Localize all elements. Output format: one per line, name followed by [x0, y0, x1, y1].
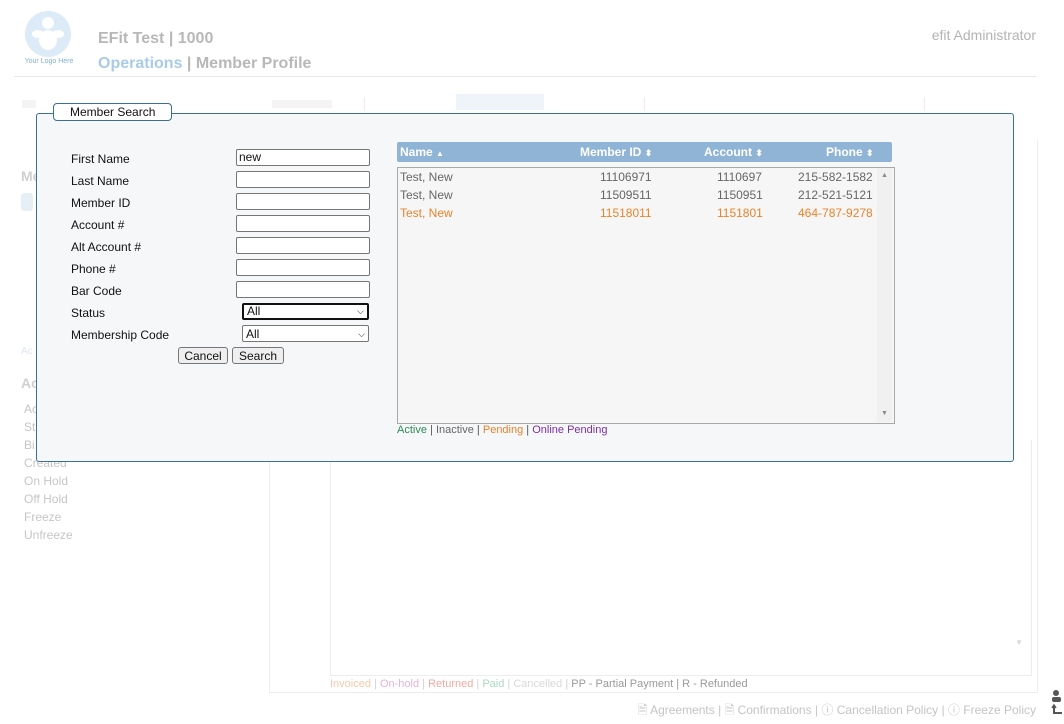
status-label: Status — [71, 306, 106, 320]
legend-on-hold: On-hold — [379, 678, 420, 690]
legend-active: Active — [397, 424, 427, 436]
legend-paid: Paid — [482, 678, 505, 690]
footer-links: 🗎 Agreements | 🗎 Confirmations | ⓘ Cance… — [637, 703, 1036, 717]
status-select-value: All — [247, 304, 261, 318]
first-name-input[interactable]: new — [236, 149, 370, 166]
search-button[interactable]: Search — [232, 347, 284, 364]
user-name[interactable]: efit Administrator — [932, 27, 1036, 43]
result-member-id: 11106971 — [600, 170, 652, 184]
freeze-policy-link[interactable]: Freeze Policy — [963, 703, 1036, 717]
member-id-label: Member ID — [71, 196, 131, 210]
result-account: 1110697 — [717, 170, 762, 184]
side-item: Bi — [24, 438, 35, 452]
results-scrollbar[interactable]: ▲ ▼ — [877, 168, 892, 422]
result-phone: 464-787-9278 — [798, 206, 873, 220]
membership-code-select[interactable]: All ⌵ — [242, 325, 369, 342]
column-name[interactable]: Name ▲ — [400, 145, 444, 159]
phone-input[interactable] — [236, 259, 370, 276]
result-account: 1151801 — [717, 206, 763, 220]
column-name-label: Name — [400, 145, 433, 159]
status-legend: Active | Inactive | Pending | Online Pen… — [397, 424, 608, 436]
legend-cancelled: Cancelled — [513, 678, 563, 690]
result-member-id: 11509511 — [600, 188, 652, 202]
side-item-freeze[interactable]: Freeze — [24, 510, 61, 524]
billing-legend: Invoiced | On-hold | Returned | Paid | C… — [330, 678, 748, 690]
document-icon: 🗎 — [724, 703, 735, 717]
result-phone: 212-521-5121 — [798, 188, 873, 202]
page-title: Member Profile — [195, 55, 312, 72]
status-select[interactable]: All ⌵ — [242, 303, 369, 320]
legend-inactive: Inactive — [435, 424, 474, 436]
last-name-input[interactable] — [236, 171, 370, 188]
dialog-title: Member Search — [53, 103, 173, 121]
column-phone-label: Phone — [826, 145, 863, 159]
column-member-id-label: Member ID — [580, 145, 642, 159]
legend-returned: Returned — [428, 678, 474, 690]
side-item-unfreeze[interactable]: Unfreeze — [24, 528, 73, 542]
sort-ascending-icon: ▲ — [436, 149, 444, 158]
background-account-small: Ac — [21, 346, 33, 357]
breadcrumb: Operations | Member Profile — [98, 55, 311, 73]
sort-icon: ⬍ — [866, 148, 874, 158]
account-label: Account # — [71, 218, 125, 232]
cancellation-policy-link[interactable]: Cancellation Policy — [837, 703, 938, 717]
document-icon: 🗎 — [637, 703, 648, 717]
result-row[interactable]: Test, New 11106971 1110697 215-582-1582 — [400, 170, 874, 187]
logo-caption: Your Logo Here — [24, 58, 74, 65]
bar-code-input[interactable] — [236, 281, 370, 298]
column-account[interactable]: Account ⬍ — [704, 145, 763, 159]
membership-code-label: Membership Code — [71, 328, 170, 342]
result-account: 1150951 — [717, 188, 763, 202]
side-item-on-hold[interactable]: On Hold — [24, 474, 68, 488]
info-icon: ⓘ — [821, 703, 834, 717]
scroll-up-icon[interactable]: ▲ — [881, 172, 888, 179]
result-name: Test, New — [400, 170, 453, 184]
bar-code-label: Bar Code — [71, 284, 122, 298]
alt-account-input[interactable] — [236, 237, 370, 254]
cancel-button[interactable]: Cancel — [178, 347, 228, 364]
column-phone[interactable]: Phone ⬍ — [826, 145, 874, 159]
result-name: Test, New — [400, 188, 453, 202]
member-id-input[interactable] — [236, 193, 370, 210]
info-icon: ⓘ — [947, 703, 960, 717]
corner-tool-icons[interactable] — [1051, 688, 1064, 718]
result-phone: 215-582-1582 — [798, 170, 873, 184]
legend-refunded: R - Refunded — [682, 678, 748, 690]
breadcrumb-operations[interactable]: Operations — [98, 55, 182, 72]
legend-invoiced: Invoiced — [330, 678, 371, 690]
results-header: Name ▲ Member ID ⬍ Account ⬍ Phone ⬍ — [397, 142, 892, 162]
agreements-link[interactable]: Agreements — [650, 703, 715, 717]
sort-icon: ⬍ — [644, 148, 653, 158]
column-account-label: Account — [704, 145, 752, 159]
result-row[interactable]: Test, New 11518011 1151801 464-787-9278 — [400, 206, 874, 223]
background-badge — [21, 193, 33, 211]
side-item-off-hold[interactable]: Off Hold — [24, 492, 68, 506]
chevron-down-icon: ⌵ — [357, 306, 364, 316]
alt-account-label: Alt Account # — [71, 240, 142, 254]
breadcrumb-separator: | — [182, 55, 196, 72]
last-name-label: Last Name — [71, 174, 130, 188]
first-name-label: First Name — [71, 152, 130, 166]
result-name: Test, New — [400, 206, 453, 220]
company-title: EFit Test | 1000 — [98, 30, 214, 47]
account-input[interactable] — [236, 215, 370, 232]
billing-history-panel: ▼ — [330, 440, 1032, 676]
header-divider — [14, 76, 1036, 77]
legend-partial-payment: PP - Partial Payment — [571, 678, 674, 690]
legend-online-pending: Online Pending — [532, 424, 608, 436]
side-item: St — [24, 420, 36, 434]
membership-code-select-value: All — [246, 327, 260, 341]
legend-pending: Pending — [482, 424, 524, 436]
confirmations-link[interactable]: Confirmations — [738, 703, 812, 717]
chevron-down-icon: ⌵ — [358, 329, 365, 339]
column-member-id[interactable]: Member ID ⬍ — [580, 145, 652, 159]
scroll-down-icon[interactable]: ▼ — [1015, 638, 1023, 647]
result-row[interactable]: Test, New 11509511 1150951 212-521-5121 — [400, 188, 874, 205]
phone-label: Phone # — [71, 262, 116, 276]
scroll-down-icon[interactable]: ▼ — [881, 410, 888, 417]
result-member-id: 11518011 — [600, 206, 652, 220]
sort-icon: ⬍ — [755, 148, 763, 158]
